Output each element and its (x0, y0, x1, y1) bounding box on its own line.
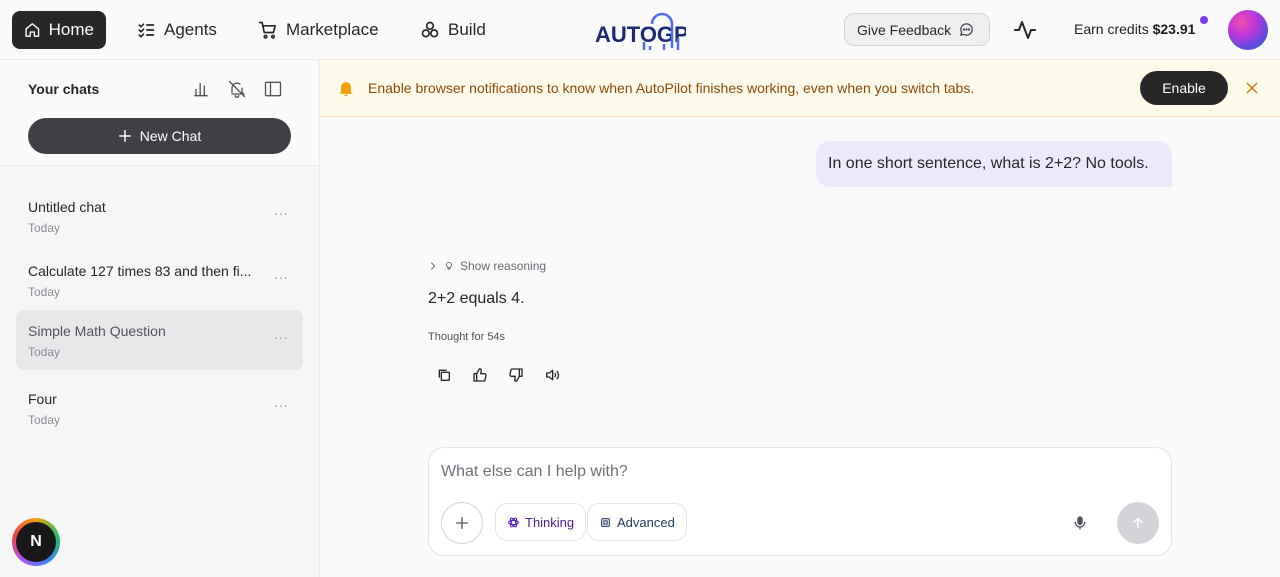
checklist-icon (138, 23, 155, 38)
chat-list-item[interactable]: Calculate 127 times 83 and then fi... To… (16, 250, 303, 310)
more-options-icon[interactable]: ... (274, 394, 289, 410)
nav-build-label: Build (448, 20, 486, 39)
chevron-right-icon (430, 262, 436, 270)
user-initial-badge[interactable]: N (12, 518, 60, 566)
home-icon (25, 23, 40, 37)
badge-initial: N (16, 522, 56, 562)
advanced-toggle[interactable]: Advanced (587, 503, 687, 541)
activity-icon[interactable] (1013, 18, 1037, 42)
advanced-label: Advanced (617, 514, 675, 530)
chat-date: Today (28, 413, 61, 427)
earn-credits[interactable]: Earn credits $23.91 (1074, 21, 1195, 37)
thinking-toggle[interactable]: Thinking (495, 503, 587, 541)
give-feedback-button[interactable]: Give Feedback (844, 13, 990, 46)
nav-home-button[interactable]: Home (12, 11, 106, 49)
chat-sidebar: Your chats New Chat Untitled chat Today … (0, 60, 320, 577)
sidebar-header: Your chats New Chat (0, 60, 319, 166)
user-avatar[interactable] (1228, 10, 1268, 50)
nav-agents-label: Agents (164, 20, 217, 39)
chat-title: Calculate 127 times 83 and then fi... (28, 263, 252, 279)
bell-icon (339, 82, 353, 97)
show-reasoning-label: Show reasoning (460, 259, 547, 273)
lightbulb-icon (446, 261, 452, 271)
thought-duration: Thought for 54s (428, 331, 506, 343)
chat-list-item[interactable]: Four Today ... (16, 378, 303, 438)
feedback-label: Give Feedback (857, 21, 952, 38)
brain-icon (508, 517, 519, 527)
chat-list-item-active[interactable]: Simple Math Question Today ... (16, 310, 303, 370)
chat-title: Untitled chat (28, 199, 106, 215)
nav-home-label: Home (48, 20, 94, 39)
notification-banner: Enable browser notifications to know whe… (320, 60, 1280, 117)
chat-list-item[interactable]: Untitled chat Today ... (16, 186, 303, 246)
thumbs-down-icon[interactable] (508, 367, 524, 383)
nav-marketplace-button[interactable]: Marketplace (246, 11, 391, 49)
microphone-icon[interactable] (1072, 515, 1088, 531)
thumbs-up-icon[interactable] (472, 367, 488, 383)
thinking-label: Thinking (525, 514, 575, 530)
notification-dot (1200, 16, 1208, 24)
chat-title: Simple Math Question (28, 323, 166, 339)
banner-message: Enable browser notifications to know whe… (368, 80, 975, 96)
chat-date: Today (28, 221, 61, 235)
sidebar-title: Your chats (28, 81, 100, 97)
chat-title: Four (28, 391, 57, 407)
cart-icon (258, 21, 276, 39)
chat-date: Today (28, 285, 61, 299)
nav-marketplace-label: Marketplace (286, 20, 379, 39)
more-options-icon[interactable]: ... (274, 326, 289, 342)
top-navigation: Home Agents Marketplace Build AUTOGPT Gi… (0, 0, 1280, 60)
sidebar-toggle-icon[interactable] (263, 79, 283, 99)
enable-notifications-button[interactable]: Enable (1140, 71, 1228, 105)
user-message-bubble: In one short sentence, what is 2+2? No t… (816, 141, 1172, 187)
blocks-icon (421, 21, 439, 38)
nav-build-button[interactable]: Build (408, 11, 498, 49)
new-chat-label: New Chat (139, 128, 202, 144)
message-circle-icon (960, 23, 973, 37)
speaker-icon[interactable] (544, 367, 560, 383)
arrow-up-icon (1133, 517, 1143, 529)
show-reasoning-toggle[interactable]: Show reasoning (428, 259, 546, 273)
close-icon[interactable] (1244, 80, 1260, 96)
send-button[interactable] (1117, 502, 1159, 544)
credits-label: Earn credits (1074, 21, 1149, 37)
assistant-answer: 2+2 equals 4. (428, 290, 525, 307)
nav-agents-button[interactable]: Agents (124, 11, 229, 49)
plus-icon (456, 517, 468, 529)
bar-chart-icon[interactable] (191, 79, 211, 99)
message-input[interactable] (441, 458, 1141, 486)
cpu-icon (601, 517, 610, 527)
new-chat-button[interactable]: New Chat (28, 118, 291, 154)
more-options-icon[interactable]: ... (274, 202, 289, 218)
bell-off-icon[interactable] (227, 79, 247, 99)
plus-icon (118, 130, 131, 142)
credits-value: $23.91 (1152, 21, 1196, 37)
autogpt-logo[interactable]: AUTOGPT (594, 8, 686, 52)
attach-button[interactable] (441, 502, 483, 544)
more-options-icon[interactable]: ... (274, 266, 289, 282)
message-composer: Thinking Advanced (428, 447, 1172, 556)
copy-icon[interactable] (436, 367, 452, 383)
chat-date: Today (28, 345, 61, 359)
